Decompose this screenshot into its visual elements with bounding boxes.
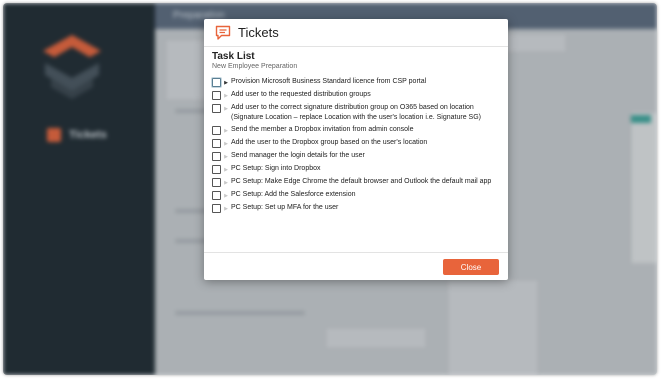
- task-checkbox[interactable]: [212, 126, 221, 135]
- expand-arrow-icon[interactable]: ▶: [221, 152, 231, 162]
- screen-frame: Tickets Preparation Tickets Task List Ne…: [3, 3, 657, 375]
- expand-arrow-icon[interactable]: ▶: [221, 78, 231, 88]
- task-checkbox[interactable]: [212, 165, 221, 174]
- task-label: Provision Microsoft Business Standard li…: [231, 78, 427, 85]
- expand-arrow-icon[interactable]: ▶: [221, 126, 231, 136]
- task-item[interactable]: ▶ Add the user to the Dropbox group base…: [212, 137, 502, 150]
- task-checkbox[interactable]: [212, 178, 221, 187]
- task-list-subtitle: New Employee Preparation: [212, 63, 298, 70]
- task-item[interactable]: ▶ Add user to the requested distribution…: [212, 89, 502, 102]
- close-button[interactable]: Close: [443, 259, 499, 275]
- ticket-chat-icon: [215, 25, 231, 40]
- expand-arrow-icon[interactable]: ▶: [221, 91, 231, 101]
- task-checkbox[interactable]: [212, 191, 221, 200]
- task-checkbox[interactable]: [212, 78, 221, 87]
- task-label: PC Setup: Make Edge Chrome the default b…: [231, 178, 492, 185]
- task-item[interactable]: ▶ Send the member a Dropbox invitation f…: [212, 124, 502, 137]
- task-checkbox[interactable]: [212, 204, 221, 213]
- task-label: PC Setup: Add the Salesforce extension: [231, 191, 356, 198]
- expand-arrow-icon[interactable]: ▶: [221, 191, 231, 201]
- task-checkbox[interactable]: [212, 139, 221, 148]
- task-item[interactable]: ▶ Provision Microsoft Business Standard …: [212, 76, 502, 89]
- modal-footer: Close: [204, 252, 508, 280]
- task-checkbox[interactable]: [212, 104, 221, 113]
- expand-arrow-icon[interactable]: ▶: [221, 178, 231, 188]
- task-label: Add the user to the Dropbox group based …: [231, 139, 428, 146]
- task-item[interactable]: ▶ PC Setup: Sign into Dropbox: [212, 163, 502, 176]
- expand-arrow-icon[interactable]: ▶: [221, 165, 231, 175]
- modal-title: Tickets: [238, 25, 279, 40]
- task-label: Add user to the correct signature distri…: [231, 104, 481, 121]
- task-label: Send manager the login details for the u…: [231, 152, 365, 159]
- task-checkbox[interactable]: [212, 152, 221, 161]
- task-item[interactable]: ▶ Add user to the correct signature dist…: [212, 102, 502, 124]
- task-item[interactable]: ▶ PC Setup: Make Edge Chrome the default…: [212, 176, 502, 189]
- task-item[interactable]: ▶ PC Setup: Set up MFA for the user: [212, 202, 502, 215]
- task-list-title: Task List: [212, 51, 255, 62]
- task-label: PC Setup: Set up MFA for the user: [231, 204, 339, 211]
- task-list: ▶ Provision Microsoft Business Standard …: [212, 76, 502, 215]
- tickets-modal: Tickets Task List New Employee Preparati…: [204, 19, 508, 280]
- expand-arrow-icon[interactable]: ▶: [221, 139, 231, 149]
- expand-arrow-icon[interactable]: ▶: [221, 204, 231, 214]
- task-label: PC Setup: Sign into Dropbox: [231, 165, 321, 172]
- task-label: Add user to the requested distribution g…: [231, 91, 371, 98]
- expand-arrow-icon[interactable]: ▶: [221, 104, 231, 114]
- task-item[interactable]: ▶ Send manager the login details for the…: [212, 150, 502, 163]
- task-item[interactable]: ▶ PC Setup: Add the Salesforce extension: [212, 189, 502, 202]
- task-checkbox[interactable]: [212, 91, 221, 100]
- task-label: Send the member a Dropbox invitation fro…: [231, 126, 414, 133]
- modal-header: Tickets: [204, 19, 508, 47]
